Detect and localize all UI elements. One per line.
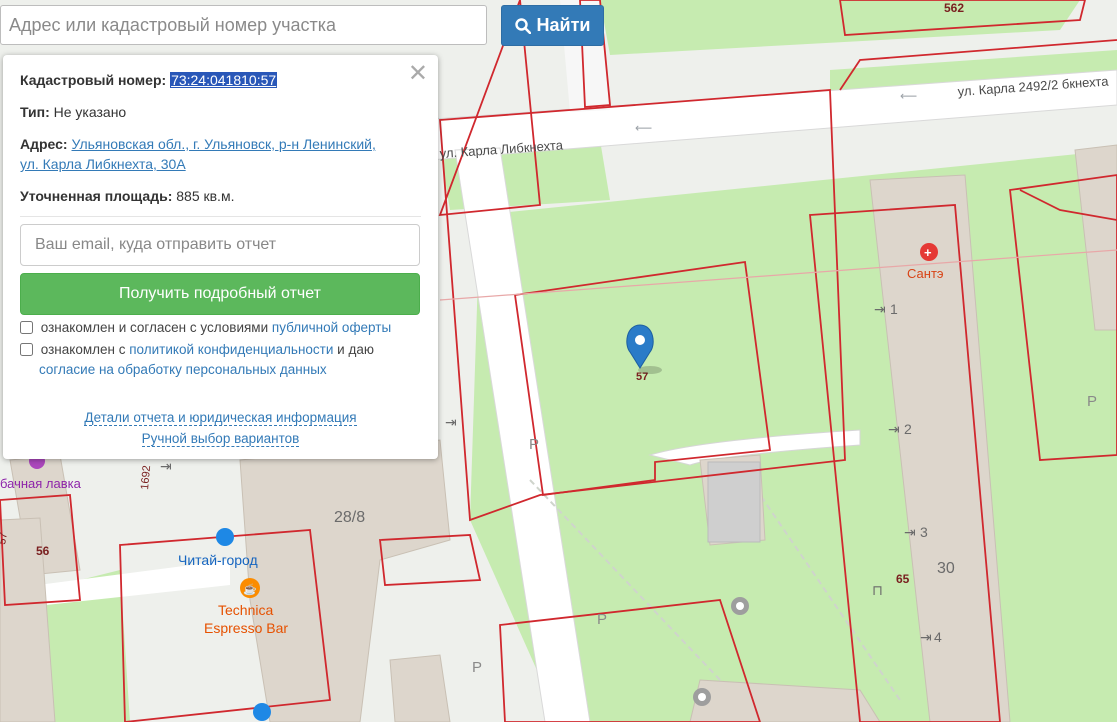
entrance-icon: ⇥ <box>445 414 457 430</box>
address-label: Адрес: <box>20 136 68 152</box>
area-value: 885 кв.м. <box>176 188 235 204</box>
parcel-label-65: 65 <box>896 572 910 586</box>
svg-text:☕: ☕ <box>243 582 257 596</box>
personal-data-link[interactable]: согласие на обработку персональных данны… <box>20 362 327 377</box>
cadastral-number[interactable]: 73:24:041810:57 <box>170 72 278 88</box>
entrance-label-3: 3 <box>920 524 928 540</box>
area-label: Уточненная площадь: <box>20 188 173 204</box>
building-number-28-8: 28/8 <box>334 509 365 526</box>
consent-privacy-row: ознакомлен с политикой конфиденциальност… <box>20 340 374 380</box>
poi-label-technica: Technica <box>218 602 273 618</box>
poi-label-lavka: бачная лавка <box>0 476 82 491</box>
parking-label: P <box>529 436 539 453</box>
svg-text:+: + <box>924 245 932 260</box>
public-offer-link[interactable]: публичной оферты <box>272 320 391 335</box>
parking-label: P <box>1087 393 1097 410</box>
barrier-icon: ⊓ <box>872 582 883 598</box>
type-value: Не указано <box>53 104 127 120</box>
entrance-label-1: 1 <box>890 301 898 317</box>
entrance-icon: ⇥ <box>920 629 932 645</box>
parking-label: P <box>472 659 482 676</box>
privacy-checkbox[interactable] <box>20 343 33 356</box>
search-button-label: Найти <box>536 15 591 35</box>
search-input[interactable] <box>0 5 487 45</box>
consent-privacy-tail: и даю <box>337 342 374 357</box>
consent-offer-row: ознакомлен и согласен с условиями публич… <box>20 318 391 338</box>
type-row: Тип: Не указано <box>20 102 421 122</box>
shopping-bag-icon[interactable] <box>253 703 271 721</box>
email-field[interactable] <box>20 224 420 266</box>
cadastral-row: Кадастровый номер: 73:24:041810:57 <box>20 70 421 90</box>
address-row: Адрес: Ульяновская обл., г. Ульяновск, р… <box>20 134 421 174</box>
get-report-button[interactable]: Получить подробный отчет <box>20 273 420 315</box>
entrance-label-2: 2 <box>904 421 912 437</box>
report-details-link[interactable]: Детали отчета и юридическая информация <box>84 410 357 426</box>
search-icon <box>514 17 531 34</box>
entrance-icon: ⇥ <box>904 524 916 540</box>
bookstore-icon <box>216 528 234 546</box>
parcel-info-popup: ✕ Кадастровый номер: 73:24:041810:57 Тип… <box>3 55 438 459</box>
cadastral-label: Кадастровый номер: <box>20 72 167 88</box>
offer-checkbox[interactable] <box>20 321 33 334</box>
parcel-label-1692: 1692 <box>139 465 153 490</box>
poi-label-sante: Сантэ <box>907 266 944 281</box>
address-link-line2[interactable]: ул. Карла Либкнехта, 30А <box>20 156 186 172</box>
details-link-row: Детали отчета и юридическая информация <box>3 408 438 428</box>
address-link-line1[interactable]: Ульяновская обл., г. Ульяновск, р-н Лени… <box>72 136 376 152</box>
svg-text:⟵: ⟵ <box>900 89 917 103</box>
parcel-label-562: 562 <box>944 1 964 15</box>
parking-label: P <box>597 611 607 628</box>
entrance-label-4: 4 <box>934 629 942 645</box>
type-label: Тип: <box>20 104 50 120</box>
svg-text:⟵: ⟵ <box>635 121 652 135</box>
area-row: Уточненная площадь: 885 кв.м. <box>20 186 421 206</box>
manual-link-row: Ручной выбор вариантов <box>3 429 438 449</box>
poi-label-espresso: Espresso Bar <box>204 620 288 636</box>
privacy-policy-link[interactable]: политикой конфиденциальности <box>129 342 333 357</box>
entrance-icon: ⇥ <box>874 301 886 317</box>
entrance-icon: ⇥ <box>888 421 900 437</box>
popup-divider <box>20 216 421 217</box>
manual-selection-link[interactable]: Ручной выбор вариантов <box>141 431 300 447</box>
search-button[interactable]: Найти <box>501 5 604 46</box>
poi-label-chitai-gorod: Читай-город <box>178 552 258 568</box>
entrance-icon: ⇥ <box>160 458 172 474</box>
consent-offer-text: ознакомлен и согласен с условиями <box>40 320 269 335</box>
parcel-label-56: 56 <box>36 544 50 558</box>
consent-privacy-text: ознакомлен с <box>40 342 126 357</box>
building-number-30: 30 <box>937 560 955 577</box>
